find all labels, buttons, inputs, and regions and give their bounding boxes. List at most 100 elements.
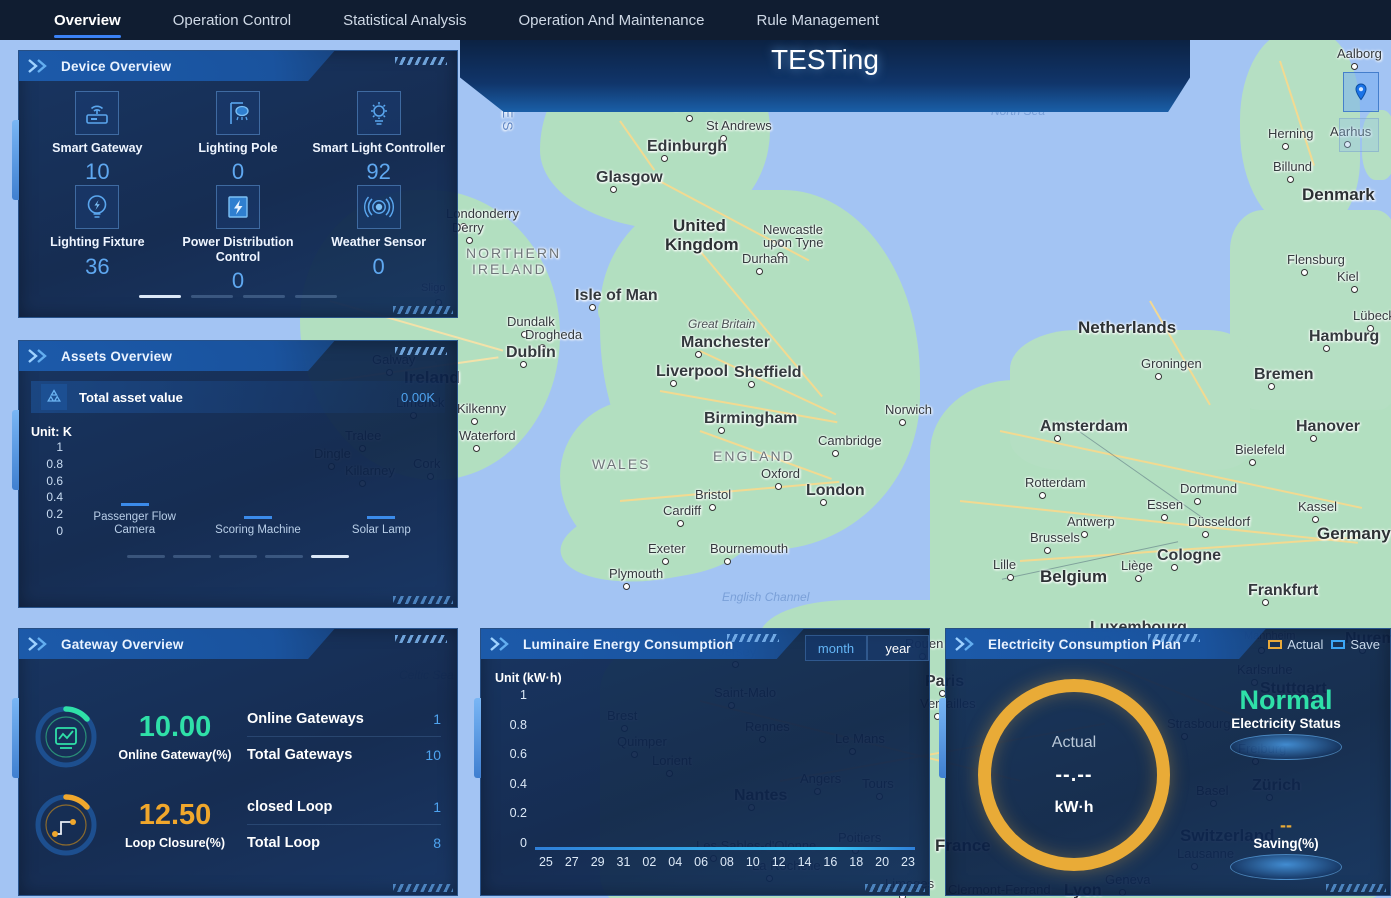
map-secondary-control[interactable] [1339, 118, 1379, 152]
gateway-online-value: 10.00 [138, 710, 212, 743]
saving-block: -- Saving(%) [1206, 816, 1366, 880]
device-card-power-distribution-control[interactable]: Power Distribution Control 0 [168, 185, 309, 294]
pagination-bar-2[interactable] [191, 295, 233, 298]
range-button-year[interactable]: year [867, 635, 929, 661]
legend-item-save[interactable]: Save [1331, 637, 1380, 652]
map-city-dot [1054, 435, 1061, 442]
electricity-status-caption: Electricity Status [1231, 716, 1341, 731]
y-tick: 0 [56, 523, 63, 538]
stat-row-online-gateways: Online Gateways 1 [247, 701, 441, 737]
panel-title: Luminaire Energy Consumption [523, 636, 734, 652]
bar-column: Passenger Flow Camera [73, 441, 196, 537]
dashboard-root: HEBRIDESSCOTLANDAberdeenDundeeSt Andrews… [0, 0, 1391, 898]
pagination-bar-1[interactable] [139, 295, 181, 298]
electricity-status-value: Normal [1239, 685, 1333, 715]
nav-tab-operation-and-maintenance[interactable]: Operation And Maintenance [493, 0, 731, 40]
pagination-bar-3[interactable] [243, 295, 285, 298]
gauge-label: Actual [1051, 733, 1097, 751]
nav-tab-rule-management[interactable]: Rule Management [730, 0, 905, 40]
device-name: Lighting Fixture [50, 235, 145, 250]
stat-row-total-gateways: Total Gateways 10 [247, 737, 441, 773]
map-location-button[interactable] [1343, 72, 1379, 112]
device-card-weather-sensor[interactable]: Weather Sensor 0 [308, 185, 449, 294]
luminaire-series-line [535, 847, 915, 850]
assets-overview-header: Assets Overview [19, 341, 335, 371]
map-city-dot [460, 223, 467, 230]
bar [120, 502, 149, 506]
panel-corner-decoration [393, 306, 453, 314]
saving-pedestal-decoration [1230, 854, 1342, 880]
bar-column: Scoring Machine [196, 441, 319, 537]
nav-tab-operation-control[interactable]: Operation Control [147, 0, 317, 40]
panel-title: Gateway Overview [61, 636, 184, 652]
panel-corner-decoration [393, 884, 453, 892]
map-city-dot [1135, 575, 1142, 582]
stat-key: Total Loop [247, 835, 321, 851]
legend-swatch-actual [1268, 640, 1283, 649]
x-tick: 10 [745, 855, 760, 869]
assets-overview-panel: Assets Overview Total asset value 0.00K … [12, 340, 458, 608]
nav-label: Statistical Analysis [343, 11, 467, 29]
map-city-dot [899, 419, 906, 426]
gateway-monitor-icon [35, 706, 97, 768]
map-city-dot [777, 239, 784, 246]
y-tick: 0.4 [509, 776, 527, 791]
x-tick: 25 [538, 855, 553, 869]
lighting-pole-icon [215, 91, 260, 135]
map-city-dot [720, 135, 727, 142]
map-city-dot [1287, 176, 1294, 183]
nav-label: Operation Control [172, 11, 292, 29]
map-city-dot [677, 520, 684, 527]
panel-corner-decoration [393, 596, 453, 604]
total-asset-value-row[interactable]: Total asset value 0.00K [31, 381, 445, 413]
x-tick: 04 [668, 855, 683, 869]
map-city-dot [709, 504, 716, 511]
map-city-dot [521, 331, 528, 338]
legend-item-actual[interactable]: Actual [1268, 637, 1323, 652]
device-name: Smart Light Controller [312, 141, 445, 155]
map-city-dot [1351, 286, 1358, 293]
map-city-dot [1194, 498, 1201, 505]
gauge-content: Actual --.-- kW·h [978, 679, 1170, 871]
gateway-metric-loop: 12.50 Loop Closure(%) closed Loop 1 Tota… [19, 781, 457, 869]
total-asset-label: Total asset value [79, 389, 183, 405]
total-asset-value: 0.00K [401, 389, 435, 405]
range-button-month[interactable]: month [805, 635, 867, 661]
landmass-northern-germany [1230, 210, 1391, 410]
x-tick: 31 [616, 855, 631, 869]
device-card-lighting-pole[interactable]: Lighting Pole 0 [168, 91, 309, 185]
smart-light-controller-icon [356, 91, 401, 135]
map-city-dot [1312, 516, 1319, 523]
luminaire-x-axis: 25 27 29 31 02 04 06 08 10 12 14 16 18 20 23 [533, 855, 921, 869]
gateway-loop-stats: closed Loop 1 Total Loop 8 [247, 789, 441, 861]
panel-title: Device Overview [61, 58, 172, 74]
map-city-dot [662, 558, 669, 565]
map-city-dot [520, 361, 527, 368]
nav-tab-overview[interactable]: Overview [28, 0, 147, 40]
double-chevron-right-icon [27, 637, 53, 651]
stat-value: 1 [433, 710, 441, 727]
header-stripe-decoration [727, 634, 779, 642]
map-city-dot [1367, 325, 1374, 332]
map-city-dot [1351, 63, 1358, 70]
map-city-dot [1301, 269, 1308, 276]
y-tick: 0.2 [509, 806, 527, 820]
stat-value: 8 [433, 835, 441, 851]
map-city-dot [1310, 435, 1317, 442]
map-city-dot [1323, 345, 1330, 352]
map-city-dot [471, 418, 478, 425]
x-tick: 23 [901, 855, 915, 869]
weather-sensor-signal-icon [356, 185, 401, 230]
device-card-smart-light-controller[interactable]: Smart Light Controller 92 [308, 91, 449, 185]
stat-row-closed-loop: closed Loop 1 [247, 789, 441, 825]
device-card-lighting-fixture[interactable]: Lighting Fixture 36 [27, 185, 168, 294]
device-card-smart-gateway[interactable]: Smart Gateway 10 [27, 91, 168, 185]
device-overview-panel: Device Overview Smart Gateway 10 Lightin… [12, 50, 458, 318]
nav-tab-statistical-analysis[interactable]: Statistical Analysis [317, 0, 492, 40]
device-grid: Smart Gateway 10 Lighting Pole 0 Smart L… [19, 81, 457, 293]
double-chevron-right-icon [489, 637, 515, 651]
map-city-dot [775, 483, 782, 490]
map-city-dot [1155, 373, 1162, 380]
pagination-bar-4[interactable] [295, 295, 337, 298]
map-city-dot [748, 381, 755, 388]
